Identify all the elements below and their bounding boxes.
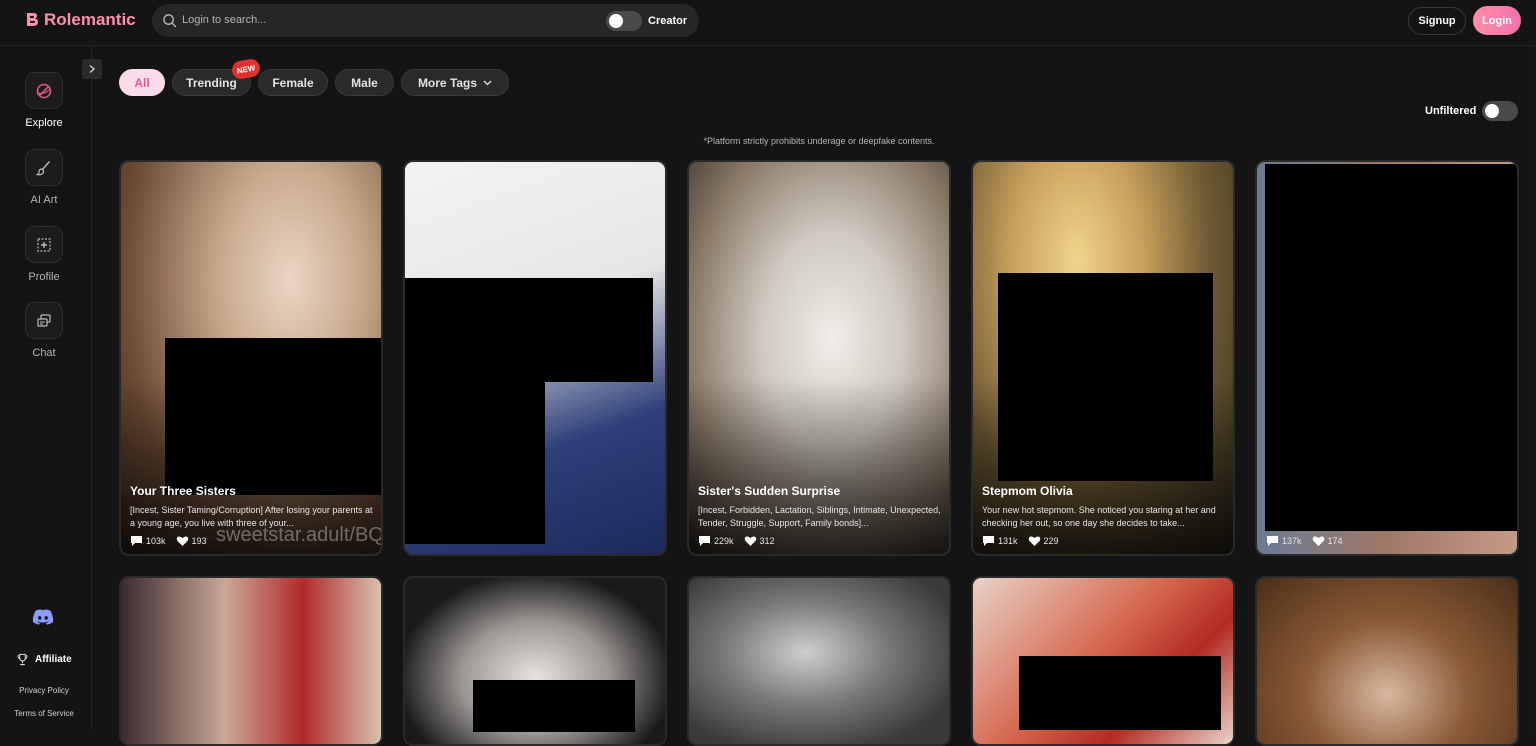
like-count: 174 — [1327, 536, 1343, 546]
more-tags-label: More Tags — [417, 75, 478, 90]
card-stats: 103k 193 — [130, 535, 207, 547]
search-input[interactable]: Login to search... — [182, 14, 266, 26]
profile-icon — [25, 226, 63, 263]
censor-block — [1019, 656, 1221, 730]
content-notice: *Platform strictly prohibits underage or… — [703, 136, 935, 146]
card-stats: 131k 229 — [982, 535, 1059, 547]
censor-block — [405, 278, 653, 382]
like-count: 193 — [191, 536, 207, 546]
affiliate-link[interactable]: Affiliate — [16, 653, 72, 666]
sidebar-item-label: Chat — [32, 347, 56, 359]
character-card[interactable] — [687, 576, 951, 746]
censor-block — [405, 382, 545, 544]
explore-icon — [25, 72, 63, 109]
comment-count: 229k — [714, 536, 734, 546]
unfiltered-label: Unfiltered — [1425, 105, 1477, 117]
sidebar-item-explore[interactable]: Explore — [0, 72, 88, 129]
heart-icon — [1312, 536, 1324, 546]
logo-icon — [27, 13, 38, 26]
scrollbar[interactable] — [1528, 46, 1536, 730]
discord-icon[interactable] — [32, 608, 54, 626]
like-count: 312 — [759, 536, 775, 546]
sidebar-item-label: Explore — [25, 117, 63, 129]
tab-male[interactable]: Male — [335, 69, 394, 96]
censor-block — [165, 338, 381, 495]
search-bar[interactable]: Login to search... Creator — [152, 4, 699, 37]
login-button[interactable]: Login — [1473, 6, 1521, 35]
sidebar-toggle-button[interactable] — [82, 59, 102, 79]
character-card[interactable] — [1255, 576, 1519, 746]
character-card[interactable] — [403, 576, 667, 746]
watermark: sweetstar.adult/BQ274 — [216, 524, 383, 546]
more-tags-dropdown[interactable]: More Tags — [401, 69, 509, 96]
sidebar-item-ai-art[interactable]: AI Art — [0, 149, 88, 206]
censor-block — [998, 273, 1213, 481]
terms-of-service-link[interactable]: Terms of Service — [0, 709, 88, 718]
comment-count: 131k — [998, 536, 1018, 546]
new-badge: NEW — [230, 57, 262, 81]
character-card[interactable]: Your Three Sisters [Incest, Sister Tamin… — [119, 160, 383, 556]
chevron-right-icon — [89, 64, 96, 74]
comment-icon — [983, 536, 994, 546]
comment-icon — [131, 536, 142, 546]
character-card[interactable] — [403, 160, 667, 556]
brush-icon — [25, 149, 63, 186]
comment-icon — [1267, 536, 1278, 546]
character-card[interactable]: Stepmom Olivia Your new hot stepmom. She… — [971, 160, 1235, 556]
sidebar-item-label: Profile — [28, 271, 60, 283]
comment-count: 137k — [1282, 536, 1302, 546]
character-card[interactable] — [119, 576, 383, 746]
card-title: Sister's Sudden Surprise — [698, 484, 841, 498]
card-stats: 229k 312 — [698, 535, 775, 547]
sidebar-item-label: AI Art — [30, 194, 58, 206]
tab-female[interactable]: Female — [258, 69, 328, 96]
app-name: Rolemantic — [44, 10, 136, 29]
heart-icon — [1028, 536, 1040, 546]
logo[interactable]: Rolemantic — [24, 10, 136, 30]
character-card[interactable]: 137k 174 — [1255, 160, 1519, 556]
tab-all[interactable]: All — [119, 69, 165, 96]
affiliate-label: Affiliate — [35, 654, 72, 665]
trophy-icon — [17, 653, 28, 666]
unfiltered-toggle[interactable] — [1482, 101, 1518, 121]
card-description: Your new hot stepmom. She noticed you st… — [982, 505, 1216, 528]
privacy-policy-link[interactable]: Privacy Policy — [0, 686, 88, 695]
sidebar: Explore AI Art Profile Chat Affiliate Pr… — [0, 46, 92, 730]
heart-icon — [744, 536, 756, 546]
card-description: [Incest, Forbidden, Lactation, Siblings,… — [698, 505, 941, 528]
card-title: Your Three Sisters — [130, 484, 236, 498]
comment-icon — [699, 536, 710, 546]
creator-toggle[interactable] — [606, 11, 642, 31]
creator-label: Creator — [648, 15, 688, 27]
chat-icon — [25, 302, 63, 339]
character-card[interactable] — [971, 576, 1235, 746]
censor-block — [473, 680, 635, 732]
card-stats: 137k 174 — [1266, 535, 1343, 547]
comment-count: 103k — [146, 536, 166, 546]
censor-block — [1265, 164, 1517, 531]
heart-icon — [176, 536, 188, 546]
sidebar-item-chat[interactable]: Chat — [0, 302, 88, 359]
search-icon — [163, 14, 177, 28]
sidebar-item-profile[interactable]: Profile — [0, 226, 88, 283]
card-title: Stepmom Olivia — [982, 484, 1073, 498]
signup-button[interactable]: Signup — [1408, 7, 1466, 35]
like-count: 229 — [1043, 536, 1059, 546]
chevron-down-icon — [483, 80, 492, 85]
character-card[interactable]: Sister's Sudden Surprise [Incest, Forbid… — [687, 160, 951, 556]
top-bar: Rolemantic Login to search... Creator Si… — [0, 0, 1536, 46]
